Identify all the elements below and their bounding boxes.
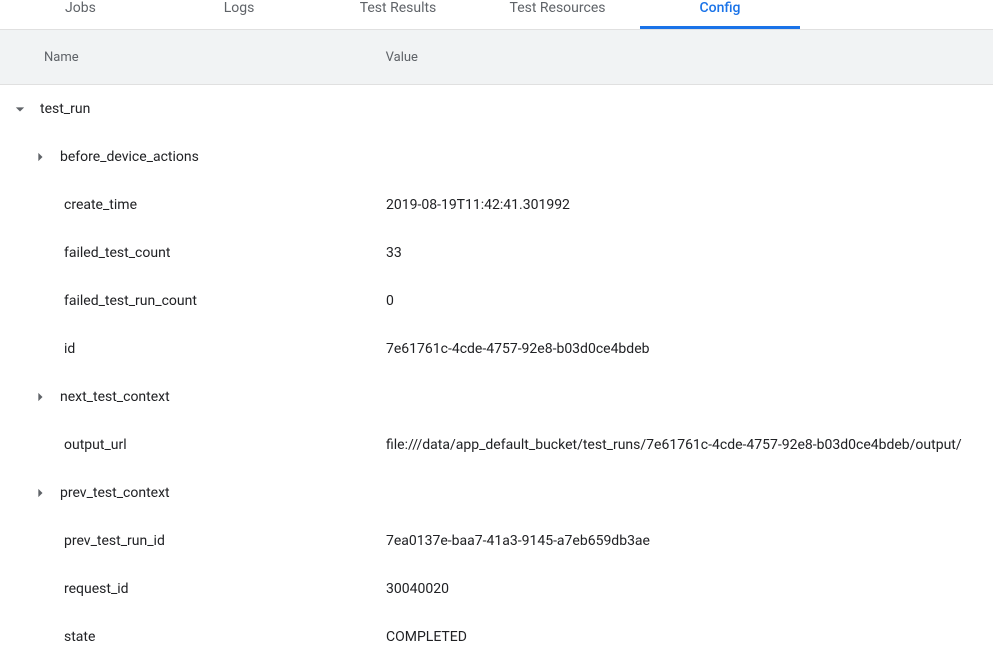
table-header: Name Value	[0, 30, 993, 85]
tree-node-value: 2019-08-19T11:42:41.301992	[386, 197, 570, 213]
tree-row[interactable]: next_test_context	[0, 373, 993, 421]
tree-node-name: before_device_actions	[60, 149, 382, 165]
tab-test-results[interactable]: Test Results	[359, 0, 437, 26]
tree-node-value: file:///data/app_default_bucket/test_run…	[386, 437, 962, 453]
tree-row[interactable]: prev_test_context	[0, 469, 993, 517]
header-name: Name	[44, 50, 79, 65]
tree-node-name: output_url	[64, 437, 386, 453]
chevron-right-icon[interactable]	[28, 483, 52, 503]
header-value: Value	[386, 50, 418, 65]
tree-node-value: 7e61761c-4cde-4757-92e8-b03d0ce4bdeb	[386, 341, 649, 357]
tree-row: failed_test_run_count 0	[0, 277, 993, 325]
tree-row: output_url file:///data/app_default_buck…	[0, 421, 993, 469]
tree-row: id 7e61761c-4cde-4757-92e8-b03d0ce4bdeb	[0, 325, 993, 373]
tree-node-value: 0	[386, 293, 394, 309]
tree-node-name: failed_test_count	[64, 245, 386, 261]
tree-node-name: failed_test_run_count	[64, 293, 386, 309]
tab-test-resources[interactable]: Test Resources	[509, 0, 606, 26]
config-tree: test_run before_device_actions create_ti…	[0, 85, 993, 661]
tree-node-name: request_id	[64, 581, 386, 597]
tree-row: failed_test_count 33	[0, 229, 993, 277]
tab-logs[interactable]: Logs	[223, 0, 255, 26]
chevron-down-icon[interactable]	[8, 99, 32, 119]
tab-jobs[interactable]: Jobs	[65, 0, 95, 26]
tree-node-name: id	[64, 341, 386, 357]
tree-row-root[interactable]: test_run	[0, 85, 993, 133]
tree-node-name: test_run	[40, 101, 362, 117]
tree-node-name: prev_test_run_id	[64, 533, 386, 549]
tree-row: create_time 2019-08-19T11:42:41.301992	[0, 181, 993, 229]
tree-row: state COMPLETED	[0, 613, 993, 661]
tabs-bar: Jobs Logs Test Results Test Resources Co…	[0, 0, 993, 30]
tab-config[interactable]: Config	[640, 0, 800, 29]
tree-row[interactable]: before_device_actions	[0, 133, 993, 181]
tree-node-value: 33	[386, 245, 402, 261]
chevron-right-icon[interactable]	[28, 387, 52, 407]
tree-node-name: prev_test_context	[60, 485, 382, 501]
tree-node-value: 7ea0137e-baa7-41a3-9145-a7eb659db3ae	[386, 533, 650, 549]
tree-node-value: 30040020	[386, 581, 449, 597]
tree-node-name: create_time	[64, 197, 386, 213]
tree-node-name: next_test_context	[60, 389, 382, 405]
tree-row: prev_test_run_id 7ea0137e-baa7-41a3-9145…	[0, 517, 993, 565]
chevron-right-icon[interactable]	[28, 147, 52, 167]
tree-row: request_id 30040020	[0, 565, 993, 613]
